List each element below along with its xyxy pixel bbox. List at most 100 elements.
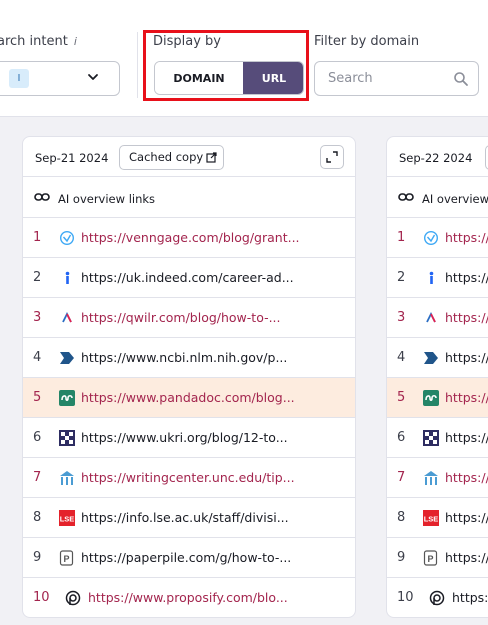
url-link[interactable]: https:// — [445, 470, 488, 485]
list-item: 9 P https://paperpile.com/g/how-to-... — [23, 538, 355, 578]
url-list: 1 https://venngage.com/blog/grant... 2 h… — [23, 218, 355, 617]
qwilr-icon — [426, 311, 436, 323]
ai-overview-label: AI overview links — [58, 192, 156, 206]
rank-number: 3 — [33, 310, 42, 325]
rank-number: 9 — [397, 550, 406, 565]
cached-copy-button[interactable]: Cached copy — [119, 145, 224, 170]
column-date: Sep-22 2024 — [399, 151, 473, 165]
domain-search-input[interactable]: Search — [314, 61, 479, 96]
url-link[interactable]: https://info.lse.ac.uk/staff/divisi... — [81, 510, 289, 525]
url-link[interactable]: https://writingcenter.unc.edu/tip... — [81, 470, 295, 485]
list-item: 6 https:// — [387, 418, 488, 458]
search-intent-select[interactable]: I — [0, 61, 120, 96]
venngage-icon — [59, 230, 75, 246]
rank-number: 2 — [397, 270, 406, 285]
url-link[interactable]: https:// — [445, 430, 488, 445]
display-by-toggle: DOMAIN URL — [154, 61, 304, 95]
pandadoc-icon — [59, 390, 75, 406]
url-link[interactable]: https://uk.indeed.com/career-ad... — [81, 270, 294, 285]
intent-chip: I — [9, 69, 29, 88]
display-domain-button[interactable]: DOMAIN — [155, 62, 243, 94]
url-link[interactable]: https:// — [445, 510, 488, 525]
list-item: 2 https://uk.indeed.com/career-ad... — [23, 258, 355, 298]
cached-copy-label: Cached copy — [129, 150, 204, 164]
info-icon[interactable]: i — [74, 35, 77, 48]
paperpile-icon: P — [423, 550, 438, 566]
paperpile-icon: P — [59, 550, 74, 566]
venngage-icon — [423, 230, 439, 246]
list-item: 10 https://www.proposify.com/blo... — [23, 578, 355, 617]
lse-icon: LSE — [423, 510, 439, 526]
url-link[interactable]: https:// — [445, 350, 488, 365]
search-intent-label: arch intent i — [0, 34, 77, 49]
search-placeholder: Search — [328, 71, 373, 86]
ai-overview-header: AI overview — [387, 178, 488, 218]
display-url-button[interactable]: URL — [243, 62, 303, 94]
rank-number: 10 — [33, 590, 50, 605]
list-item: 5 https://www.pandadoc.com/blog... — [23, 378, 355, 418]
rank-number: 10 — [397, 590, 414, 605]
link-icon — [398, 193, 414, 201]
url-link[interactable]: https://paperpile.com/g/how-to-... — [81, 550, 291, 565]
url-link[interactable]: https://www.pandadoc.com/blog... — [81, 390, 295, 405]
url-list: 1 https:// 2 https:// 3 https:// 4 https… — [387, 218, 488, 617]
ukri-icon — [59, 430, 75, 446]
url-link[interactable]: https:// — [445, 230, 488, 245]
column-date: Sep-21 2024 — [35, 151, 109, 165]
ncbi-icon — [60, 352, 74, 364]
list-item: 8 LSE https:// — [387, 498, 488, 538]
expand-button[interactable] — [320, 145, 344, 169]
list-item: 3 https://qwilr.com/blog/how-to-... — [23, 298, 355, 338]
url-link[interactable]: https:// — [445, 550, 488, 565]
list-item: 1 https:// — [387, 218, 488, 258]
rank-number: 1 — [33, 230, 42, 245]
filter-toolbar: arch intent i I Display by DOMAIN URL Fil… — [0, 0, 488, 117]
url-link[interactable]: https:// — [445, 270, 488, 285]
rank-number: 2 — [33, 270, 42, 285]
rank-number: 3 — [397, 310, 406, 325]
url-link[interactable]: https:// — [445, 390, 488, 405]
column-header: Sep-21 2024 Cached copy — [23, 137, 355, 177]
unc-icon — [60, 471, 74, 485]
list-item: 3 https:// — [387, 298, 488, 338]
url-link[interactable]: https://www.proposify.com/blo... — [88, 590, 288, 605]
ai-overview-label: AI overview — [422, 192, 488, 206]
lse-icon: LSE — [59, 510, 75, 526]
rank-number: 4 — [397, 350, 406, 365]
rank-number: 8 — [33, 510, 42, 525]
rank-number: 7 — [33, 470, 42, 485]
ukri-icon — [423, 430, 439, 446]
rank-number: 6 — [33, 430, 42, 445]
url-link[interactable]: https:// — [445, 310, 488, 325]
filter-by-domain-label: Filter by domain — [314, 34, 420, 49]
proposify-icon — [65, 590, 81, 606]
qwilr-icon — [62, 311, 72, 323]
display-by-label: Display by — [153, 34, 221, 49]
list-item: 10 https: — [387, 578, 488, 617]
rank-number: 7 — [397, 470, 406, 485]
list-item: 4 https://www.ncbi.nlm.nih.gov/p... — [23, 338, 355, 378]
url-link[interactable]: https://www.ncbi.nlm.nih.gov/p... — [81, 350, 287, 365]
list-item: 1 https://venngage.com/blog/grant... — [23, 218, 355, 258]
indeed-icon — [429, 271, 434, 284]
url-link[interactable]: https://venngage.com/blog/grant... — [81, 230, 300, 245]
rank-number: 6 — [397, 430, 406, 445]
rank-number: 1 — [397, 230, 406, 245]
rank-number: 5 — [397, 390, 406, 405]
list-item: 4 https:// — [387, 338, 488, 378]
toolbar-divider — [137, 32, 138, 98]
svg-text:LSE: LSE — [60, 515, 75, 524]
url-link[interactable]: https://www.ukri.org/blog/12-to... — [81, 430, 288, 445]
serp-column-sep-22: Sep-22 2024 AI overview 1 https:// 2 htt… — [386, 136, 488, 618]
rank-number: 4 — [33, 350, 42, 365]
svg-text:LSE: LSE — [424, 515, 439, 524]
link-icon — [34, 193, 50, 201]
url-link[interactable]: https: — [452, 590, 488, 605]
list-item: 5 https:// — [387, 378, 488, 418]
serp-column-sep-21: Sep-21 2024 Cached copy AI overview link… — [22, 136, 356, 618]
expand-icon — [326, 151, 338, 163]
list-item: 8 LSE https://info.lse.ac.uk/staff/divis… — [23, 498, 355, 538]
svg-text:P: P — [427, 554, 433, 564]
unc-icon — [424, 471, 438, 485]
url-link[interactable]: https://qwilr.com/blog/how-to-... — [81, 310, 281, 325]
